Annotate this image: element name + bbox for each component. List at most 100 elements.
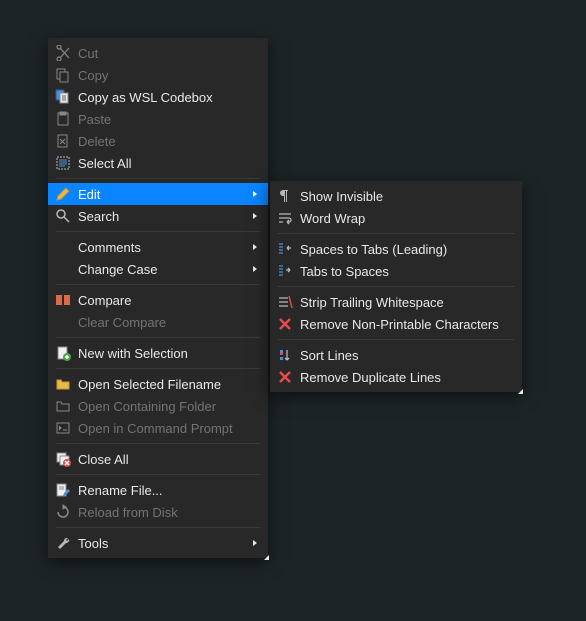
menu-item-label: Clear Compare — [78, 315, 250, 330]
menu-separator — [56, 231, 260, 232]
menu-item-label: Cut — [78, 46, 250, 61]
menu-separator — [278, 233, 514, 234]
menu-item-label: Remove Duplicate Lines — [300, 370, 504, 385]
wrench-icon — [54, 535, 72, 551]
menu-item-label: Show Invisible — [300, 189, 504, 204]
menu-item-label: Edit — [78, 187, 250, 202]
menu-item-copy-wsl[interactable]: Copy as WSL Codebox — [48, 86, 268, 108]
menu-item-tools[interactable]: Tools — [48, 532, 268, 554]
menu-item-label: Word Wrap — [300, 211, 504, 226]
blank-icon — [54, 239, 72, 255]
menu-item-label: Copy as WSL Codebox — [78, 90, 250, 105]
menu-item-label: Copy — [78, 68, 250, 83]
folder-icon — [54, 398, 72, 414]
sort-icon — [276, 347, 294, 363]
menu-separator — [56, 527, 260, 528]
menu-item-delete: Delete — [48, 130, 268, 152]
close-all-icon — [54, 451, 72, 467]
new-file-icon — [54, 345, 72, 361]
menu-item-label: Search — [78, 209, 250, 224]
open-file-icon — [54, 376, 72, 392]
menu-item-spaces-tabs[interactable]: Spaces to Tabs (Leading) — [270, 238, 522, 260]
clipboard-icon — [54, 111, 72, 127]
strip-icon — [276, 294, 294, 310]
menu-item-edit[interactable]: Edit — [48, 183, 268, 205]
menu-item-label: Open Containing Folder — [78, 399, 250, 414]
menu-item-label: Comments — [78, 240, 250, 255]
menu-item-search[interactable]: Search — [48, 205, 268, 227]
menu-item-label: Compare — [78, 293, 250, 308]
menu-item-open-cmd: Open in Command Prompt — [48, 417, 268, 439]
rename-icon — [54, 482, 72, 498]
menu-item-label: Strip Trailing Whitespace — [300, 295, 504, 310]
menu-item-compare[interactable]: Compare — [48, 289, 268, 311]
menu-item-new-selection[interactable]: New with Selection — [48, 342, 268, 364]
menu-item-close-all[interactable]: Close All — [48, 448, 268, 470]
menu-item-clear-compare: Clear Compare — [48, 311, 268, 333]
blank-icon — [54, 314, 72, 330]
pilcrow-icon — [276, 188, 294, 204]
menu-item-remove-dup[interactable]: Remove Duplicate Lines — [270, 366, 522, 388]
pencil-icon — [54, 186, 72, 202]
reload-icon — [54, 504, 72, 520]
menu-item-show-invisible[interactable]: Show Invisible — [270, 185, 522, 207]
menu-item-label: Tools — [78, 536, 250, 551]
context-menu[interactable]: Cut Copy Copy as WSL Codebox Paste Delete Sel… — [48, 38, 268, 558]
menu-item-label: Sort Lines — [300, 348, 504, 363]
indent-right-icon — [276, 263, 294, 279]
menu-item-copy: Copy — [48, 64, 268, 86]
menu-item-open-folder: Open Containing Folder — [48, 395, 268, 417]
menu-separator — [278, 286, 514, 287]
menu-item-select-all[interactable]: Select All — [48, 152, 268, 174]
submenu-arrow-icon — [250, 212, 260, 220]
menu-item-open-filename[interactable]: Open Selected Filename — [48, 373, 268, 395]
menu-item-comments[interactable]: Comments — [48, 236, 268, 258]
menu-item-strip-trailing[interactable]: Strip Trailing Whitespace — [270, 291, 522, 313]
menu-separator — [56, 443, 260, 444]
submenu-arrow-icon — [250, 190, 260, 198]
menu-item-word-wrap[interactable]: Word Wrap — [270, 207, 522, 229]
menu-item-label: New with Selection — [78, 346, 250, 361]
menu-item-label: Close All — [78, 452, 250, 467]
menu-item-reload: Reload from Disk — [48, 501, 268, 523]
menu-item-label: Paste — [78, 112, 250, 127]
menu-separator — [56, 474, 260, 475]
menu-item-label: Tabs to Spaces — [300, 264, 504, 279]
scissors-icon — [54, 45, 72, 61]
edit-submenu[interactable]: Show Invisible Word Wrap Spaces to Tabs (L… — [270, 181, 522, 392]
menu-separator — [278, 339, 514, 340]
search-icon — [54, 208, 72, 224]
menu-item-cut: Cut — [48, 42, 268, 64]
menu-separator — [56, 284, 260, 285]
wrap-icon — [276, 210, 294, 226]
menu-item-sort-lines[interactable]: Sort Lines — [270, 344, 522, 366]
menu-separator — [56, 368, 260, 369]
menu-item-label: Delete — [78, 134, 250, 149]
menu-item-label: Rename File... — [78, 483, 250, 498]
menu-item-change-case[interactable]: Change Case — [48, 258, 268, 280]
copy-icon — [54, 67, 72, 83]
remove-red-icon — [276, 369, 294, 385]
menu-item-label: Select All — [78, 156, 250, 171]
select-all-icon — [54, 155, 72, 171]
submenu-arrow-icon — [250, 265, 260, 273]
indent-left-icon — [276, 241, 294, 257]
menu-item-tabs-spaces[interactable]: Tabs to Spaces — [270, 260, 522, 282]
menu-item-label: Open in Command Prompt — [78, 421, 250, 436]
delete-file-icon — [54, 133, 72, 149]
menu-item-paste: Paste — [48, 108, 268, 130]
compare-icon — [54, 292, 72, 308]
terminal-icon — [54, 420, 72, 436]
menu-separator — [56, 178, 260, 179]
remove-red-icon — [276, 316, 294, 332]
menu-item-label: Remove Non-Printable Characters — [300, 317, 504, 332]
copy-stack-icon — [54, 89, 72, 105]
blank-icon — [54, 261, 72, 277]
menu-item-label: Reload from Disk — [78, 505, 250, 520]
menu-item-remove-nonprint[interactable]: Remove Non-Printable Characters — [270, 313, 522, 335]
menu-item-rename[interactable]: Rename File... — [48, 479, 268, 501]
menu-item-label: Open Selected Filename — [78, 377, 250, 392]
menu-item-label: Spaces to Tabs (Leading) — [300, 242, 504, 257]
submenu-arrow-icon — [250, 243, 260, 251]
menu-item-label: Change Case — [78, 262, 250, 277]
